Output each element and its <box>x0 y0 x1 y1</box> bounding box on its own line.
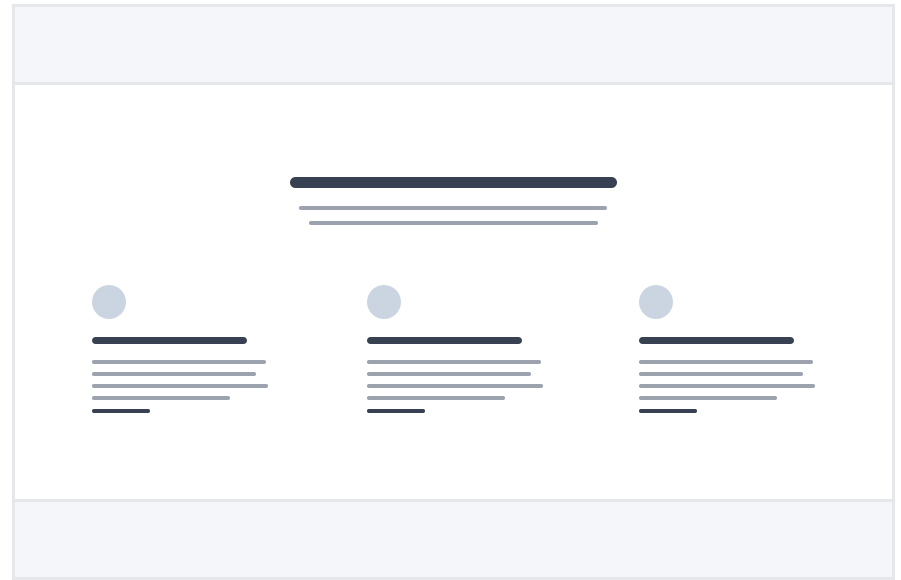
card-description-line <box>639 396 777 400</box>
card-description-line <box>367 372 531 376</box>
footer <box>15 499 892 577</box>
feature-card <box>367 85 607 499</box>
card-link[interactable] <box>639 409 697 413</box>
header <box>15 7 892 85</box>
card-description-line <box>367 360 541 364</box>
card-description-line <box>639 384 815 388</box>
feature-card <box>92 85 332 499</box>
card-description-line <box>92 360 266 364</box>
card-title <box>367 337 522 344</box>
avatar-placeholder-icon <box>639 285 673 319</box>
card-link[interactable] <box>367 409 425 413</box>
card-description-line <box>367 384 543 388</box>
page-frame <box>12 4 895 580</box>
avatar-placeholder-icon <box>92 285 126 319</box>
card-description-line <box>367 396 505 400</box>
card-title <box>92 337 247 344</box>
card-description-line <box>92 384 268 388</box>
card-description-line <box>92 396 230 400</box>
avatar-placeholder-icon <box>367 285 401 319</box>
card-description-line <box>639 360 813 364</box>
card-link[interactable] <box>92 409 150 413</box>
main-content <box>15 85 892 499</box>
card-description-line <box>92 372 256 376</box>
card-title <box>639 337 794 344</box>
feature-card <box>639 85 879 499</box>
card-description-line <box>639 372 803 376</box>
